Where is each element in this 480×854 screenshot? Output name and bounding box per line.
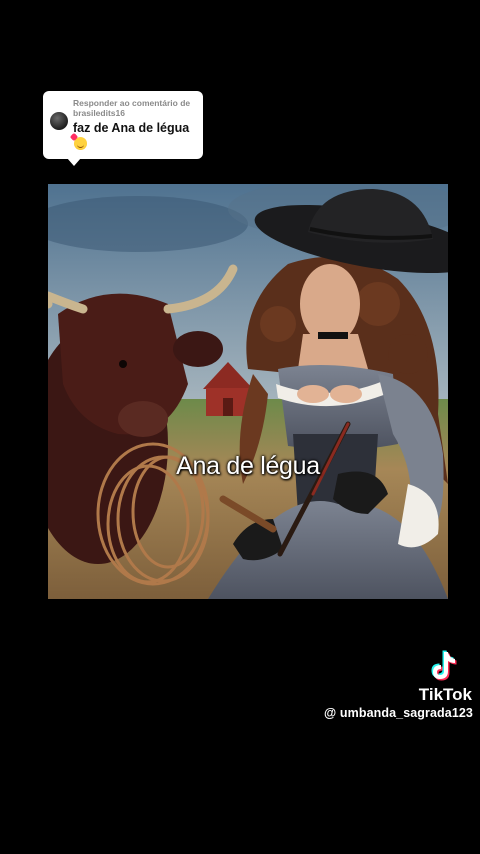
reply-header-label: Responder ao comentário de xyxy=(73,98,191,108)
tiktok-brand-text: TikTok xyxy=(418,685,472,704)
reply-header: Responder ao comentário de brasiledits16 xyxy=(73,98,195,118)
smiling-face-with-hearts-icon xyxy=(74,137,87,150)
reply-comment-bubble[interactable]: Responder ao comentário de brasiledits16… xyxy=(43,91,203,166)
reply-comment-text: faz de Ana de légua xyxy=(73,121,190,135)
commenter-avatar xyxy=(50,112,68,130)
video-frame[interactable] xyxy=(48,184,448,599)
creator-handle[interactable]: @ umbanda_sagrada123 xyxy=(324,706,473,720)
video-caption: Ana de légua xyxy=(176,452,320,480)
video-illustration xyxy=(48,184,448,599)
reply-username: brasiledits16 xyxy=(73,108,125,118)
tiktok-logo-icon xyxy=(431,650,457,681)
